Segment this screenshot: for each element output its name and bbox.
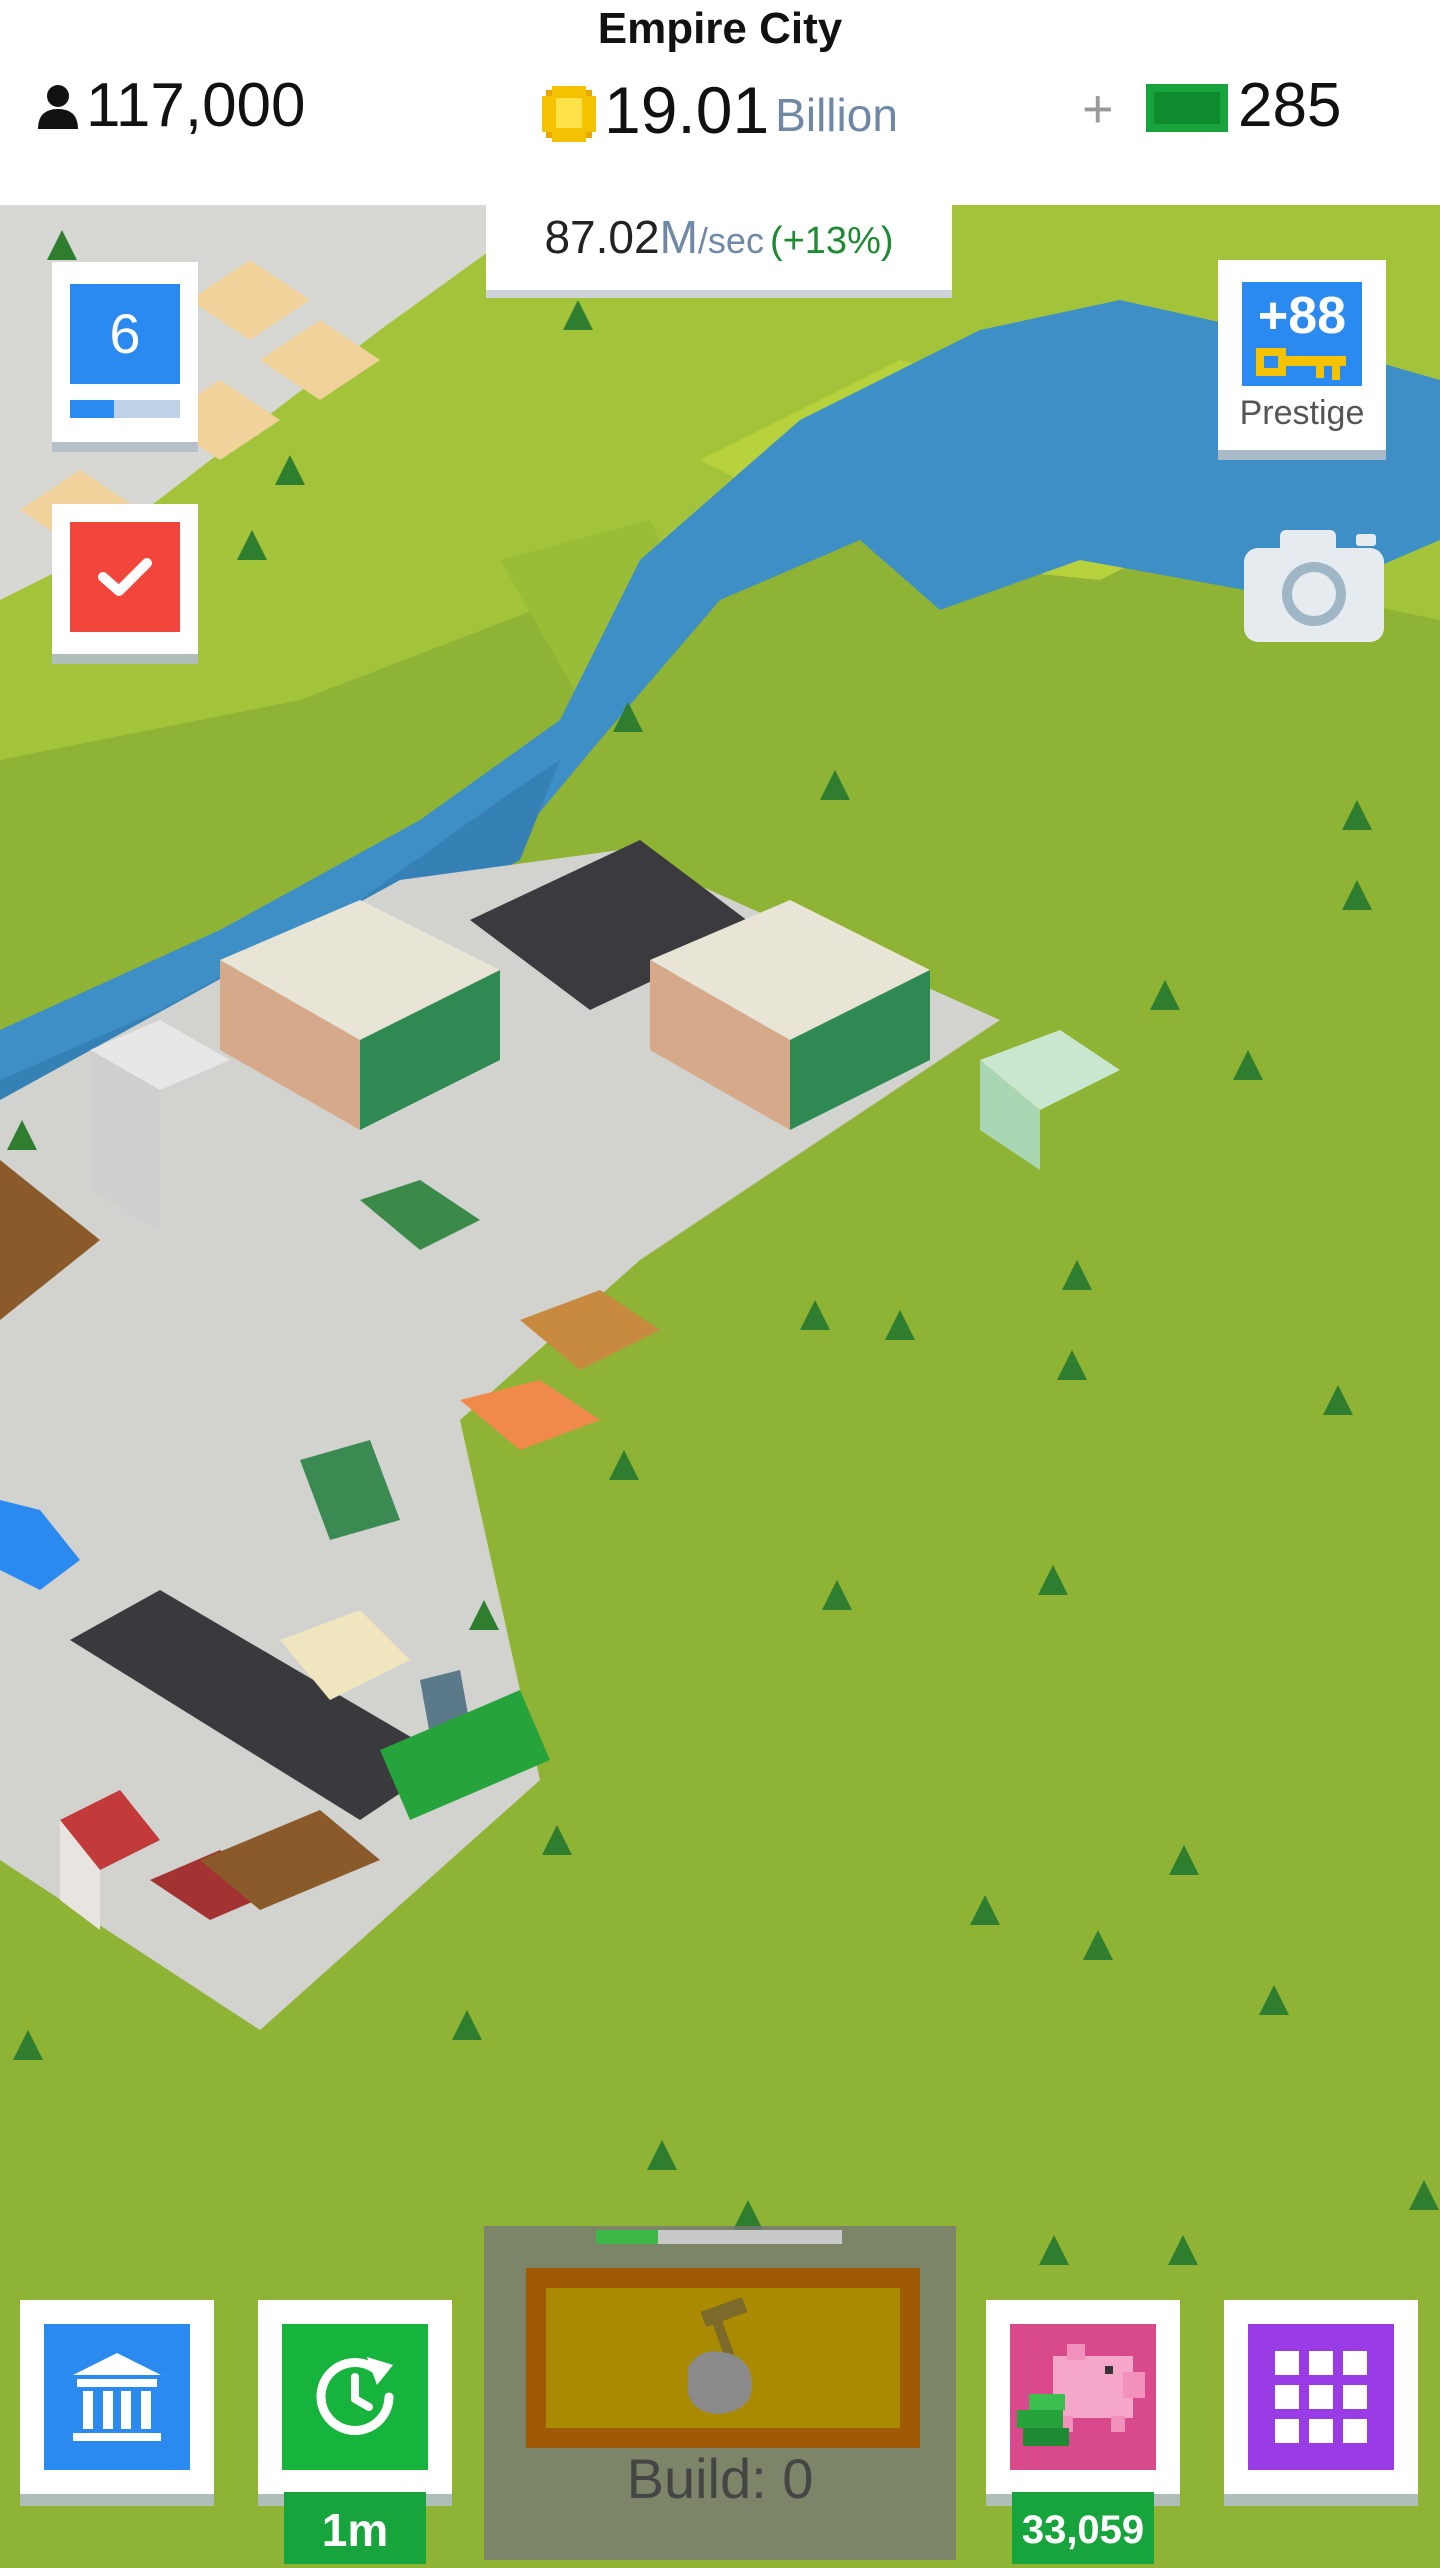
timewarp-duration: 1m <box>284 2492 426 2564</box>
level-progress-bar <box>70 400 180 418</box>
income-per: /sec <box>697 220 764 261</box>
build-label: Build: 0 <box>626 2447 814 2510</box>
money-counter: 19.01 Billion <box>540 70 898 150</box>
cash-counter[interactable]: 285 <box>1146 70 1341 141</box>
income-rate: 87.02M/sec (+13%) <box>486 200 952 290</box>
income-bonus: (+13%) <box>769 220 894 262</box>
level-number: 6 <box>70 284 180 384</box>
build-button[interactable]: Build: 0 <box>484 2226 956 2560</box>
bank-button[interactable] <box>20 2300 214 2494</box>
buy-cash-button[interactable]: + <box>1082 78 1114 140</box>
menu-button[interactable] <box>1224 2300 1418 2494</box>
grid-menu-icon <box>1275 2351 1367 2443</box>
income-value: 87.02 <box>544 211 660 263</box>
prestige-button[interactable]: +88 Prestige <box>1218 260 1386 450</box>
coin-icon <box>542 86 596 142</box>
top-bar: Empire City 117,000 19.01 Billion + 285 <box>0 0 1440 205</box>
piggy-bank-icon <box>1017 2344 1145 2446</box>
money-unit: Billion <box>775 89 898 141</box>
population-counter: 117,000 <box>36 70 306 141</box>
prestige-bonus: +88 <box>1257 287 1347 345</box>
population-value: 117,000 <box>86 71 306 140</box>
piggy-bank-amount: 33,059 <box>1012 2492 1154 2564</box>
person-icon <box>38 84 78 129</box>
clock-forward-icon <box>316 2357 394 2435</box>
hammer-hand-icon <box>688 2298 753 2414</box>
timewarp-button[interactable] <box>258 2300 452 2494</box>
city-map[interactable] <box>0 200 1440 2560</box>
tasks-button[interactable] <box>52 504 198 654</box>
city-name[interactable]: Empire City <box>0 4 1440 54</box>
piggy-bank-button[interactable] <box>986 2300 1180 2494</box>
build-progress-bar <box>596 2230 842 2244</box>
cash-icon <box>1146 83 1228 132</box>
level-button[interactable]: 6 <box>52 262 198 442</box>
camera-icon[interactable] <box>1244 526 1384 642</box>
build-progress-fill <box>596 2230 658 2244</box>
bank-icon <box>73 2353 161 2441</box>
checkmark-icon <box>98 558 152 596</box>
prestige-label: Prestige <box>1239 394 1365 432</box>
money-value: 19.01 <box>604 73 770 147</box>
cash-value: 285 <box>1238 71 1342 140</box>
income-unit: M <box>659 211 698 263</box>
level-progress-fill <box>70 400 114 418</box>
key-icon <box>1256 348 1346 380</box>
